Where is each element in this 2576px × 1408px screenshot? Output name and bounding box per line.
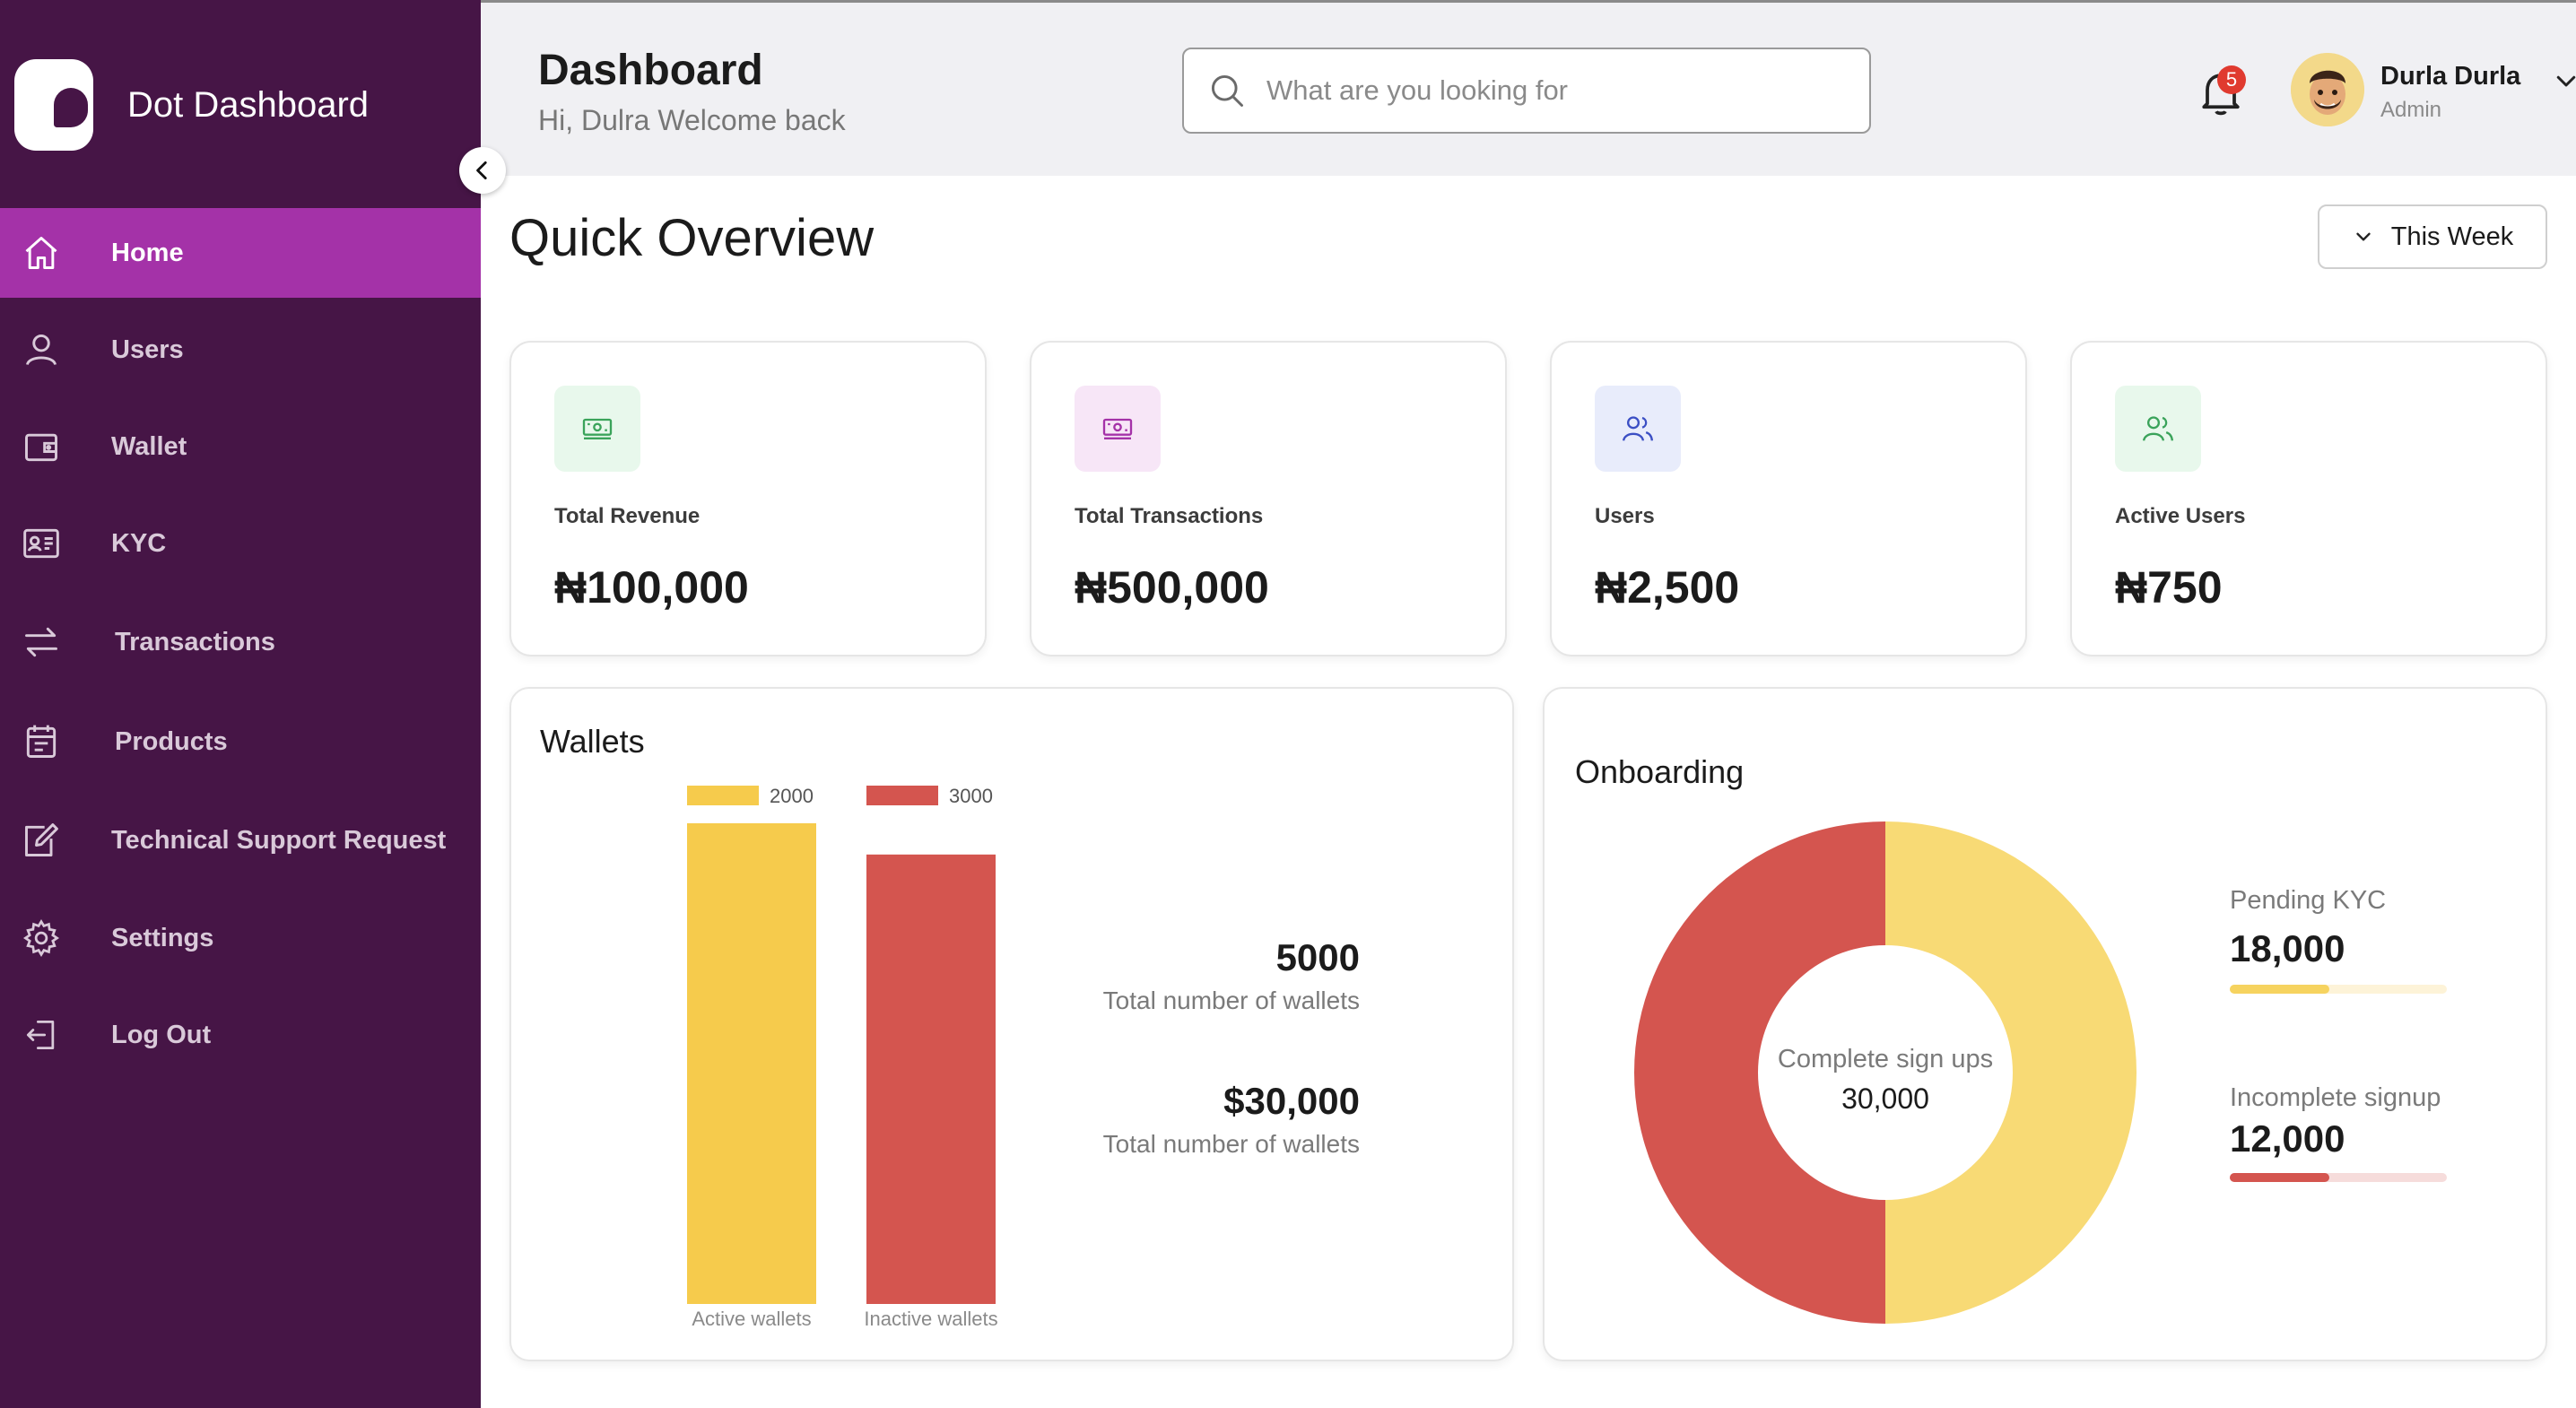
top-header: Dashboard Hi, Dulra Welcome back 5 Durla…: [481, 0, 2576, 176]
search-icon: [1211, 74, 1243, 107]
brand-logo: [14, 59, 93, 151]
user-role: Admin: [2380, 98, 2442, 122]
search-input[interactable]: [1266, 74, 1841, 107]
period-dropdown[interactable]: This Week: [2318, 204, 2547, 269]
wallet-amount-value: $30,000: [1223, 1080, 1360, 1122]
sidebar-item-transactions[interactable]: Transactions: [0, 595, 481, 689]
cash-icon: [1075, 386, 1161, 472]
id-card-icon: [23, 528, 59, 559]
chevron-down-icon[interactable]: [2553, 67, 2576, 94]
arrows-swap-icon: [25, 627, 57, 657]
stat-label: Total Transactions: [1075, 504, 1264, 528]
users-icon: [2115, 386, 2201, 472]
wallets-panel: Wallets 2000 Active wallets 3000 Inactive w…: [509, 687, 1514, 1361]
sidebar-item-label: Home: [111, 238, 184, 267]
user-name[interactable]: Durla Durla: [2380, 62, 2520, 91]
sidebar-item-label: Settings: [111, 923, 214, 952]
wallet-icon: [25, 433, 57, 462]
incomplete-signup-progress-fill: [2230, 1173, 2330, 1182]
stat-card-total-transactions[interactable]: Total Transactions ₦500,000: [1030, 341, 1507, 656]
brand-name: Dot Dashboard: [127, 84, 370, 125]
sidebar-item-label: Transactions: [115, 627, 275, 656]
wallet-amount-caption: Total number of wallets: [1102, 1130, 1360, 1158]
sidebar-item-label: Products: [115, 726, 228, 756]
sidebar-item-products[interactable]: Products: [0, 689, 481, 795]
bar-inactive-wallets: [866, 854, 996, 1304]
welcome-subtitle: Hi, Dulra Welcome back: [538, 104, 846, 136]
legend-swatch: [687, 786, 759, 805]
legend-swatch: [866, 786, 938, 805]
bar-active-wallets: [687, 823, 816, 1304]
sidebar: Dot Dashboard Home Users Wallet KYC Tran…: [0, 0, 481, 1408]
onboarding-panel: Onboarding Complete sign ups 30,000 Pendi…: [1543, 687, 2547, 1361]
sidebar-item-wallet[interactable]: Wallet: [0, 402, 481, 491]
x-tick-label: Inactive wallets: [864, 1308, 997, 1330]
sidebar-item-technical-support[interactable]: Technical Support Request: [0, 795, 481, 886]
sidebar-item-home[interactable]: Home: [0, 208, 481, 298]
logout-icon: [26, 1020, 55, 1050]
sidebar-item-label: Users: [111, 335, 184, 364]
stat-value: ₦750: [2115, 562, 2223, 613]
chevron-left-icon: [476, 161, 487, 180]
onboarding-title: Onboarding: [1575, 753, 1745, 790]
user-icon: [25, 334, 57, 366]
stat-card-total-revenue[interactable]: Total Revenue ₦100,000: [509, 341, 987, 656]
sidebar-item-users[interactable]: Users: [0, 298, 481, 402]
calendar-icon: [26, 725, 57, 758]
stat-label: Users: [1595, 504, 1655, 528]
sidebar-item-kyc[interactable]: KYC: [0, 491, 481, 595]
avatar-face-icon: [2291, 53, 2364, 126]
search-box[interactable]: [1182, 48, 1871, 134]
stat-value: ₦500,000: [1075, 562, 1269, 613]
incomplete-signup-label: Incomplete signup: [2230, 1083, 2441, 1112]
chevron-down-icon: [2356, 232, 2371, 241]
stat-card-users[interactable]: Users ₦2,500: [1550, 341, 2027, 656]
incomplete-signup-value: 12,000: [2230, 1117, 2345, 1160]
period-label: This Week: [2390, 222, 2514, 251]
wallet-count-value: 5000: [1275, 936, 1360, 978]
home-icon: [25, 237, 57, 269]
brand[interactable]: Dot Dashboard: [14, 59, 369, 151]
incomplete-signup-progress-track: [2230, 1173, 2447, 1182]
legend-label: 2000: [770, 785, 814, 807]
x-tick-label: Active wallets: [692, 1308, 811, 1330]
sidebar-item-settings[interactable]: Settings: [0, 886, 481, 990]
stat-card-active-users[interactable]: Active Users ₦750: [2070, 341, 2547, 656]
sidebar-item-label: Log Out: [111, 1020, 212, 1049]
cash-icon: [554, 386, 640, 472]
stat-label: Total Revenue: [554, 504, 701, 528]
sidebar-collapse-button[interactable]: [459, 147, 506, 194]
onboarding-donut-chart: Complete sign ups 30,000: [1634, 821, 2137, 1324]
notification-badge: 5: [2217, 65, 2246, 94]
wallets-bar-chart: 2000 Active wallets 3000 Inactive wallets: [687, 785, 998, 1330]
pending-kyc-progress-track: [2230, 985, 2447, 994]
stat-value: ₦100,000: [554, 562, 749, 613]
sidebar-item-label: Wallet: [111, 431, 187, 461]
sidebar-item-logout[interactable]: Log Out: [0, 990, 481, 1080]
donut-center-value: 30,000: [1841, 1082, 1929, 1115]
wallet-count-caption: Total number of wallets: [1102, 986, 1360, 1014]
avatar[interactable]: [2291, 53, 2364, 126]
gear-icon: [22, 919, 60, 957]
pending-kyc-value: 18,000: [2230, 927, 2345, 969]
pending-kyc-progress-fill: [2230, 985, 2330, 994]
app-root: Dot Dashboard Home Users Wallet KYC Tran…: [0, 0, 2576, 1408]
sidebar-item-label: Technical Support Request: [111, 825, 447, 855]
stat-value: ₦2,500: [1595, 562, 1740, 613]
donut-center-label: Complete sign ups: [1778, 1045, 1993, 1073]
legend-label: 3000: [949, 785, 993, 807]
users-icon: [1595, 386, 1681, 472]
pending-kyc-label: Pending KYC: [2230, 886, 2387, 915]
stat-label: Active Users: [2115, 504, 2246, 528]
sidebar-item-label: KYC: [111, 528, 167, 558]
edit-icon: [25, 823, 58, 856]
sidebar-nav: Home Users Wallet KYC Transactions Produ…: [0, 208, 481, 1080]
section-title: Quick Overview: [509, 209, 875, 267]
page-title: Dashboard: [538, 47, 763, 94]
